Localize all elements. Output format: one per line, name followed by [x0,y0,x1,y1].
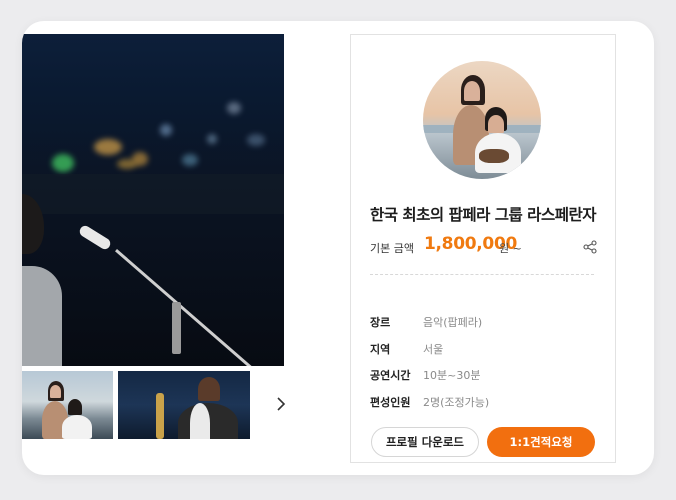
price-unit: 원 ~ [499,242,522,255]
members-label: 편성인원 [370,396,411,409]
product-card: 한국 최초의 팝페라 그룹 라스페란자 기본 금액 1,800,000 원 ~ … [22,21,654,475]
product-info-panel: 한국 최초의 팝페라 그룹 라스페란자 기본 금액 1,800,000 원 ~ … [350,34,616,463]
chevron-right-icon [276,396,286,415]
main-gallery-image[interactable] [22,34,284,366]
region-label: 지역 [370,343,391,356]
share-button[interactable] [583,239,597,254]
profile-download-button[interactable]: 프로필 다운로드 [371,427,479,457]
quote-request-button[interactable]: 1:1견적요청 [487,427,595,457]
product-title: 한국 최초의 팝페라 그룹 라스페란자 [370,206,597,224]
genre-value: 음악(팝페라) [423,316,483,329]
region-value: 서울 [423,343,444,356]
duration-value: 10분~30분 [423,369,481,382]
genre-label: 장르 [370,316,391,329]
artist-avatar [423,61,541,179]
divider [370,274,594,275]
share-icon [583,239,597,258]
gallery-next-button[interactable] [270,393,292,417]
gallery-thumbnail-2[interactable] [118,371,250,439]
gallery-thumbnail-1[interactable] [22,371,113,439]
duration-label: 공연시간 [370,369,411,382]
members-value: 2명(조정가능) [423,396,490,409]
price-label: 기본 금액 [370,242,414,255]
